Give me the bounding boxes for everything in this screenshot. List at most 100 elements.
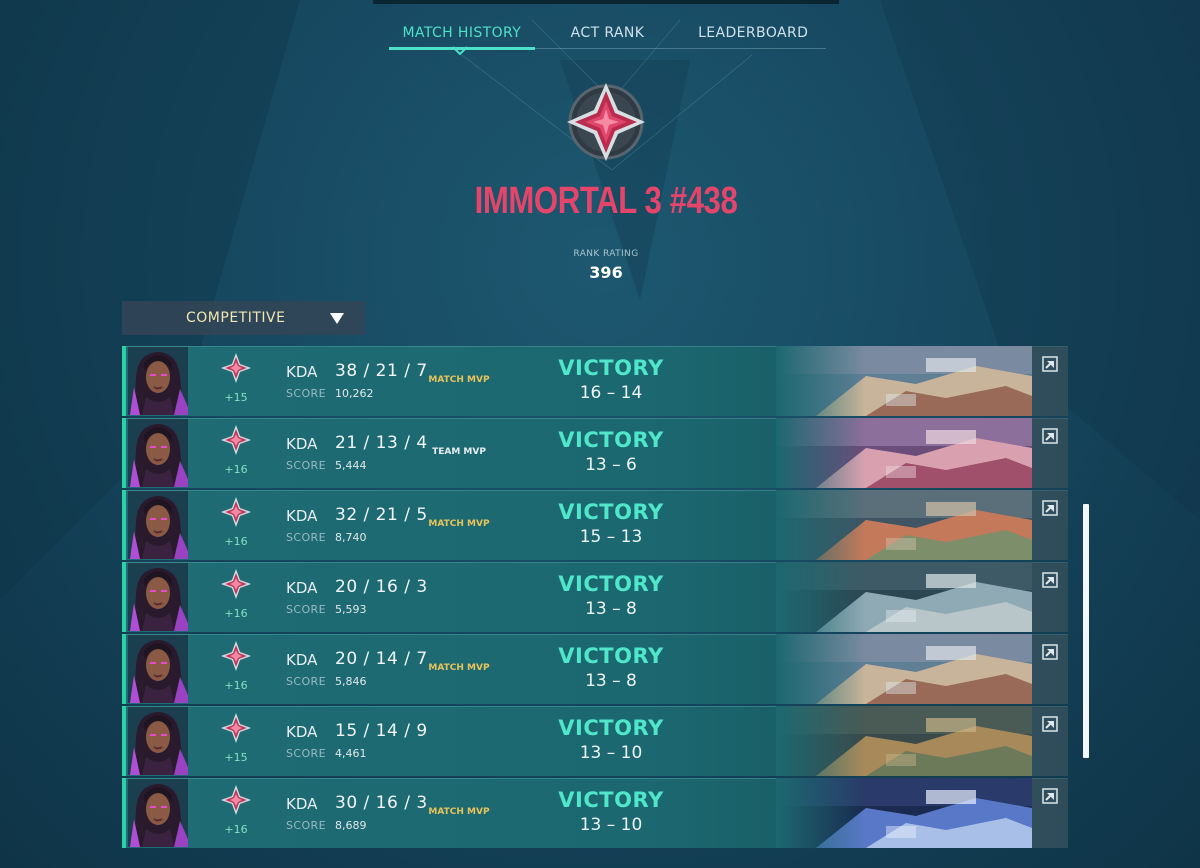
kda-label: KDA [286, 507, 318, 525]
score-label: SCORE [286, 531, 326, 544]
agent-portrait [128, 491, 188, 559]
round-score: 13 – 6 [585, 455, 637, 475]
map-thumbnail [776, 778, 1032, 848]
rr-change: +16 [224, 463, 248, 476]
agent-portrait [128, 707, 188, 775]
round-score: 13 – 8 [585, 599, 637, 619]
match-result: VICTORY [558, 716, 664, 740]
expand-arrow-icon [1042, 356, 1058, 372]
match-row[interactable]: +16 KDA 20 / 14 / 7 SCORE 5,846 MATCH MV… [122, 634, 1068, 704]
kda-value: 20 / 16 / 3 [335, 577, 428, 597]
kda-label: KDA [286, 723, 318, 741]
mvp-badge: MATCH MVP [428, 663, 490, 673]
tab-match-history[interactable]: MATCH HISTORY [389, 16, 535, 50]
active-tab-chevron-icon [452, 46, 468, 56]
kda-value: 20 / 14 / 7 [335, 649, 428, 669]
match-list: +15 KDA 38 / 21 / 7 SCORE 10,262 MATCH M… [122, 346, 1068, 850]
queue-dropdown-label: COMPETITIVE [186, 310, 286, 326]
map-thumbnail [776, 562, 1032, 632]
match-details-button[interactable] [1032, 346, 1068, 416]
match-details-button[interactable] [1032, 778, 1068, 848]
round-score: 15 – 13 [579, 527, 643, 547]
match-details-button[interactable] [1032, 634, 1068, 704]
score-value: 5,846 [335, 675, 367, 688]
kda-value: 21 / 13 / 4 [335, 433, 428, 453]
kda-value: 15 / 14 / 9 [335, 721, 428, 741]
immortal-rank-icon [567, 83, 645, 161]
score-value: 4,461 [335, 747, 367, 760]
match-row[interactable]: +16 KDA 30 / 16 / 3 SCORE 8,689 MATCH MV… [122, 778, 1068, 848]
dropdown-arrow-icon [330, 313, 344, 324]
expand-arrow-icon [1042, 572, 1058, 588]
rank-rating-value: 396 [589, 263, 623, 282]
expand-arrow-icon [1042, 644, 1058, 660]
kda-label: KDA [286, 363, 318, 381]
map-thumbnail [776, 490, 1032, 560]
rr-change: +16 [224, 679, 248, 692]
agent-portrait [128, 563, 188, 631]
kda-value: 38 / 21 / 7 [335, 361, 428, 381]
rr-change: +16 [224, 607, 248, 620]
score-label: SCORE [286, 819, 326, 832]
expand-arrow-icon [1042, 428, 1058, 444]
score-value: 8,689 [335, 819, 367, 832]
match-details-button[interactable] [1032, 562, 1068, 632]
agent-portrait [128, 347, 188, 415]
match-result: VICTORY [558, 788, 664, 812]
match-row[interactable]: +15 KDA 38 / 21 / 7 SCORE 10,262 MATCH M… [122, 346, 1068, 416]
score-value: 5,444 [335, 459, 367, 472]
round-score: 16 – 14 [579, 383, 643, 403]
rank-rating-label: RANK RATING [573, 249, 639, 259]
match-row[interactable]: +16 KDA 20 / 16 / 3 SCORE 5,593 VICTORY … [122, 562, 1068, 632]
tab-bar: MATCH HISTORY ACT RANK LEADERBOARD [389, 16, 826, 50]
match-row[interactable]: +15 KDA 15 / 14 / 9 SCORE 4,461 VICTORY … [122, 706, 1068, 776]
kda-label: KDA [286, 795, 318, 813]
match-result: VICTORY [558, 644, 664, 668]
immortal-rank-small-icon [221, 569, 251, 599]
match-result: VICTORY [558, 356, 664, 380]
map-thumbnail [776, 634, 1032, 704]
rr-change: +15 [224, 751, 248, 764]
map-thumbnail [776, 346, 1032, 416]
tab-act-rank[interactable]: ACT RANK [535, 16, 681, 48]
match-row[interactable]: +16 KDA 32 / 21 / 5 SCORE 8,740 MATCH MV… [122, 490, 1068, 560]
round-score: 13 – 10 [579, 743, 643, 763]
kda-value: 30 / 16 / 3 [335, 793, 428, 813]
round-score: 13 – 8 [585, 671, 637, 691]
immortal-rank-small-icon [221, 353, 251, 383]
map-thumbnail [776, 418, 1032, 488]
match-details-button[interactable] [1032, 418, 1068, 488]
tab-leaderboard[interactable]: LEADERBOARD [680, 16, 826, 48]
score-label: SCORE [286, 459, 326, 472]
immortal-rank-small-icon [221, 713, 251, 743]
score-label: SCORE [286, 387, 326, 400]
immortal-rank-small-icon [221, 425, 251, 455]
agent-portrait [128, 419, 188, 487]
mvp-badge: MATCH MVP [428, 519, 490, 529]
rr-change: +15 [224, 391, 248, 404]
immortal-rank-small-icon [221, 641, 251, 671]
mvp-badge: TEAM MVP [432, 447, 486, 457]
match-details-button[interactable] [1032, 706, 1068, 776]
match-result: VICTORY [558, 428, 664, 452]
match-details-button[interactable] [1032, 490, 1068, 560]
kda-label: KDA [286, 651, 318, 669]
map-thumbnail [776, 706, 1032, 776]
match-row[interactable]: +16 KDA 21 / 13 / 4 SCORE 5,444 TEAM MVP… [122, 418, 1068, 488]
queue-dropdown[interactable]: COMPETITIVE [122, 301, 365, 335]
mvp-badge: MATCH MVP [428, 375, 490, 385]
score-label: SCORE [286, 603, 326, 616]
scrollbar-thumb[interactable] [1083, 504, 1089, 758]
match-result: VICTORY [558, 572, 664, 596]
score-value: 10,262 [335, 387, 374, 400]
kda-value: 32 / 21 / 5 [335, 505, 428, 525]
score-value: 8,740 [335, 531, 367, 544]
agent-portrait [128, 779, 188, 847]
kda-label: KDA [286, 435, 318, 453]
expand-arrow-icon [1042, 788, 1058, 804]
immortal-rank-small-icon [221, 497, 251, 527]
rr-change: +16 [224, 823, 248, 836]
expand-arrow-icon [1042, 500, 1058, 516]
top-bar-strip [373, 0, 839, 4]
rr-change: +16 [224, 535, 248, 548]
